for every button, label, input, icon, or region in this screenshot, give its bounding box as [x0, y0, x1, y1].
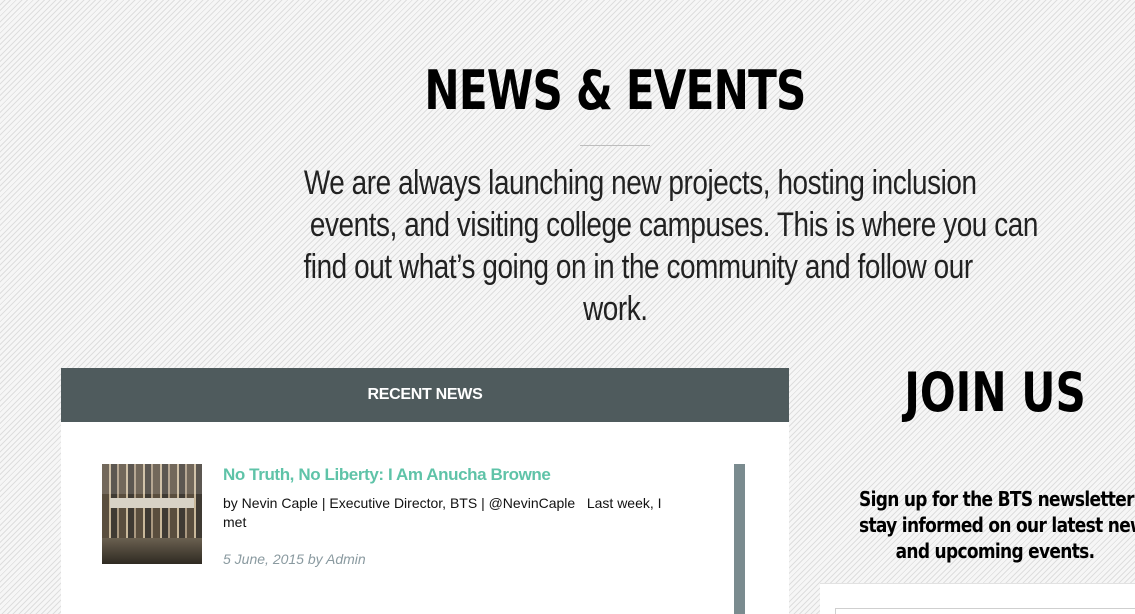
title-divider: [580, 145, 650, 146]
join-text-line: stay informed on our latest new: [859, 513, 1135, 537]
join-title: JOIN US: [904, 361, 1086, 424]
join-text-line: Sign up for the BTS newsletter t: [859, 487, 1135, 511]
building-sign-shape: [110, 498, 194, 508]
signup-form: [820, 583, 1135, 614]
recent-news-panel: RECENT NEWS No Truth, No Liberty: I Am A…: [61, 368, 789, 614]
news-thumbnail[interactable]: [102, 464, 202, 564]
join-description: Sign up for the BTS newsletter t stay in…: [835, 486, 1135, 564]
join-text-line: and upcoming events.: [895, 539, 1095, 563]
recent-news-header: RECENT NEWS: [61, 368, 789, 422]
street-shape: [102, 538, 202, 564]
news-scrollbar[interactable]: [734, 464, 745, 614]
intro-line: events, and visiting college campuses. T…: [309, 206, 1038, 244]
intro-line: find out what’s going on in the communit…: [303, 248, 973, 286]
news-meta: 5 June, 2015 by Admin: [223, 551, 366, 567]
newsletter-email-input[interactable]: [835, 608, 1135, 614]
intro-paragraph: We are always launching new projects, ho…: [230, 162, 1038, 330]
news-body: No Truth, No Liberty: I Am Anucha Browne…: [223, 464, 683, 567]
intro-line: We are always launching new projects, ho…: [303, 164, 977, 202]
intro-line: work.: [582, 290, 648, 328]
news-title-link[interactable]: No Truth, No Liberty: I Am Anucha Browne: [223, 464, 683, 486]
page-title: NEWS & EVENTS: [424, 59, 806, 122]
news-excerpt: by Nevin Caple | Executive Director, BTS…: [223, 495, 666, 530]
